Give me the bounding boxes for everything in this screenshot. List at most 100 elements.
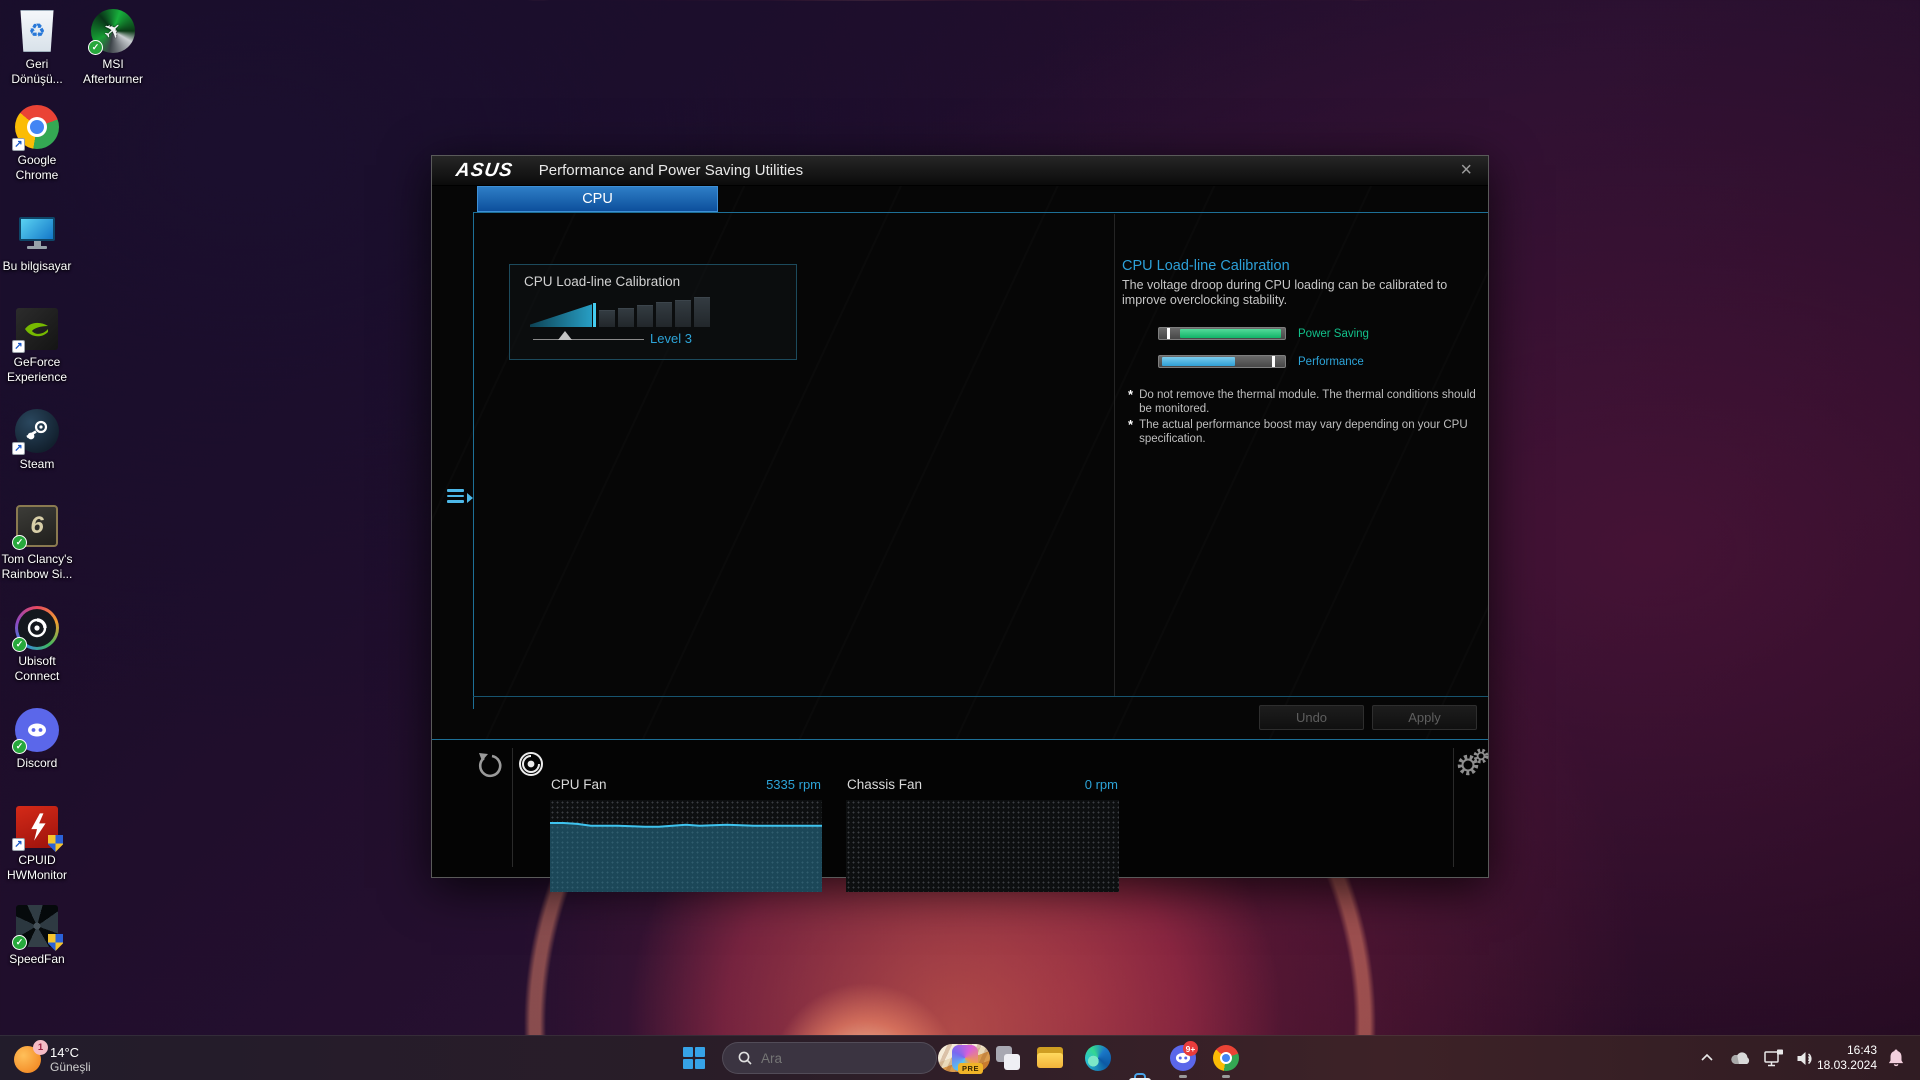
rainbow-six-icon: 6 ✓ [14,503,60,549]
cpu-fan-rpm: 5335 rpm [721,777,821,792]
performance-label: Performance [1298,356,1364,368]
jet-icon: ✈ [97,15,128,47]
tray-chevron-up-icon[interactable] [1700,1052,1714,1063]
weather-badge: 1 [33,1040,48,1055]
asus-utility-window: ASUS Performance and Power Saving Utilit… [431,155,1489,878]
llc-panel-title: CPU Load-line Calibration [524,274,680,289]
tray-clock[interactable]: 16:43 18.03.2024 [1817,1043,1877,1073]
asus-logo: ASUS [454,160,514,182]
network-icon[interactable] [1764,1049,1784,1067]
chrome-taskbar-icon[interactable] [1213,1045,1239,1071]
shortcut-arrow-icon: ↗ [12,442,25,455]
tab-cpu[interactable]: CPU [477,186,718,212]
icon-label: CPUID [7,853,67,868]
volume-icon[interactable] [1796,1050,1816,1067]
chrome-running-indicator [1222,1075,1230,1078]
check-badge-icon: ✓ [12,637,27,652]
check-badge-icon: ✓ [88,40,103,55]
performance-bar: Performance [1122,354,1364,369]
performance-track [1158,355,1286,368]
discord-notification-badge: 9+ [1183,1041,1198,1056]
icon-label: SpeedFan [9,952,64,967]
check-badge-icon: ✓ [12,935,27,950]
power-saving-bar: Power Saving [1122,326,1369,341]
file-explorer-icon[interactable] [1037,1045,1063,1071]
panel-separator [1453,748,1454,867]
fan-monitor-panel: CPU Fan 5335 rpm Chassis Fan 0 rpm [432,740,1488,877]
desktop-icon-ubisoft-connect[interactable]: ✓ UbisoftConnect [0,605,79,684]
tray-time: 16:43 [1817,1043,1877,1058]
weather-widget[interactable]: 1 14°C Güneşli [14,1041,164,1077]
asterisk-icon: * [1128,388,1133,416]
icon-label: Bu bilgisayar [3,259,72,274]
desktop-icon-this-pc[interactable]: Bu bilgisayar [0,210,79,274]
shortcut-arrow-icon: ↗ [12,138,25,151]
llc-slider-track[interactable] [533,339,644,340]
icon-label: Ubisoft [15,654,60,669]
undo-arrow-icon[interactable] [476,752,504,780]
copilot-pre-badge: PRE [958,1063,983,1074]
info-description: The voltage droop during CPU loading can… [1122,278,1474,308]
speedfan-icon: ✓ [14,903,60,949]
desktop-icon-msi-afterburner[interactable]: ✈ ✓ MSIAfterburner [71,8,155,87]
task-view-icon[interactable] [995,1045,1021,1071]
note-thermal: * Do not remove the thermal module. The … [1128,388,1476,416]
hwmonitor-bolt-icon: ↗ [14,804,60,850]
power-saving-track [1158,327,1286,340]
uac-shield-icon [48,934,63,951]
edge-icon[interactable] [1085,1045,1111,1071]
icon-label: MSI [83,57,143,72]
llc-slider-handle[interactable] [558,331,572,340]
fan-logo-icon[interactable] [518,751,544,777]
search-input[interactable] [761,1051,938,1066]
desktop: { "colors": { "accent_cyan": "#2da4d8", … [0,0,1920,1080]
llc-level-label: Level 3 [650,331,692,346]
icon-label: Google [16,153,59,168]
discord-icon: ✓ [14,707,60,753]
discord-running-indicator [1179,1075,1187,1078]
desktop-icon-recycle-bin[interactable]: ♻ GeriDönüşü... [0,8,79,87]
icon-label: Steam [20,457,55,472]
search-icon [737,1050,753,1066]
asterisk-icon: * [1128,418,1133,446]
uac-shield-icon [48,835,63,852]
desktop-icon-discord[interactable]: ✓ Discord [0,707,79,771]
start-button[interactable] [683,1047,706,1070]
info-title: CPU Load-line Calibration [1122,258,1290,274]
desktop-icon-rainbow-six[interactable]: 6 ✓ Tom Clancy'sRainbow Si... [0,503,79,582]
desktop-icon-steam[interactable]: ↗ Steam [0,408,79,472]
check-badge-icon: ✓ [12,535,27,550]
weather-temp: 14°C [50,1045,91,1060]
onedrive-icon[interactable] [1730,1051,1752,1066]
close-icon[interactable]: × [1460,160,1472,180]
desktop-icon-google-chrome[interactable]: ↗ GoogleChrome [0,104,79,183]
desktop-icon-cpuid-hwmonitor[interactable]: ↗ CPUIDHWMonitor [0,804,79,883]
accent-divider-vertical [473,213,474,709]
shortcut-arrow-icon: ↗ [12,340,25,353]
taskbar: 1 14°C Güneşli PRE 9+ [0,1035,1920,1080]
panel-separator [512,748,513,867]
llc-level-ramp[interactable] [530,297,716,327]
steam-icon: ↗ [14,408,60,454]
ubisoft-swirl-icon: ✓ [14,605,60,651]
icon-label: Geri [11,57,62,72]
undo-button[interactable]: Undo [1259,705,1364,730]
notification-bell-icon[interactable] [1886,1049,1906,1067]
window-title: Performance and Power Saving Utilities [539,162,803,179]
window-body: CPU CPU Load-line Calibration Level 3 CP… [432,186,1488,877]
check-badge-icon: ✓ [12,739,27,754]
search-box[interactable] [722,1042,937,1074]
power-saving-label: Power Saving [1298,328,1369,340]
cpu-fan-graph [550,800,822,892]
menu-expand-icon[interactable] [447,486,473,512]
microsoft-store-icon[interactable] [1127,1071,1153,1080]
desktop-icon-speedfan[interactable]: ✓ SpeedFan [0,903,79,967]
desktop-icon-geforce-experience[interactable]: ↗ GeForceExperience [0,306,79,385]
icon-label: Tom Clancy's [2,552,73,567]
settings-gears-icon[interactable] [1455,746,1491,780]
content-divider [1114,214,1115,696]
cpu-fan-label: CPU Fan [551,777,607,792]
weather-condition: Güneşli [50,1060,91,1074]
apply-button[interactable]: Apply [1372,705,1477,730]
window-titlebar[interactable]: ASUS Performance and Power Saving Utilit… [432,156,1488,186]
